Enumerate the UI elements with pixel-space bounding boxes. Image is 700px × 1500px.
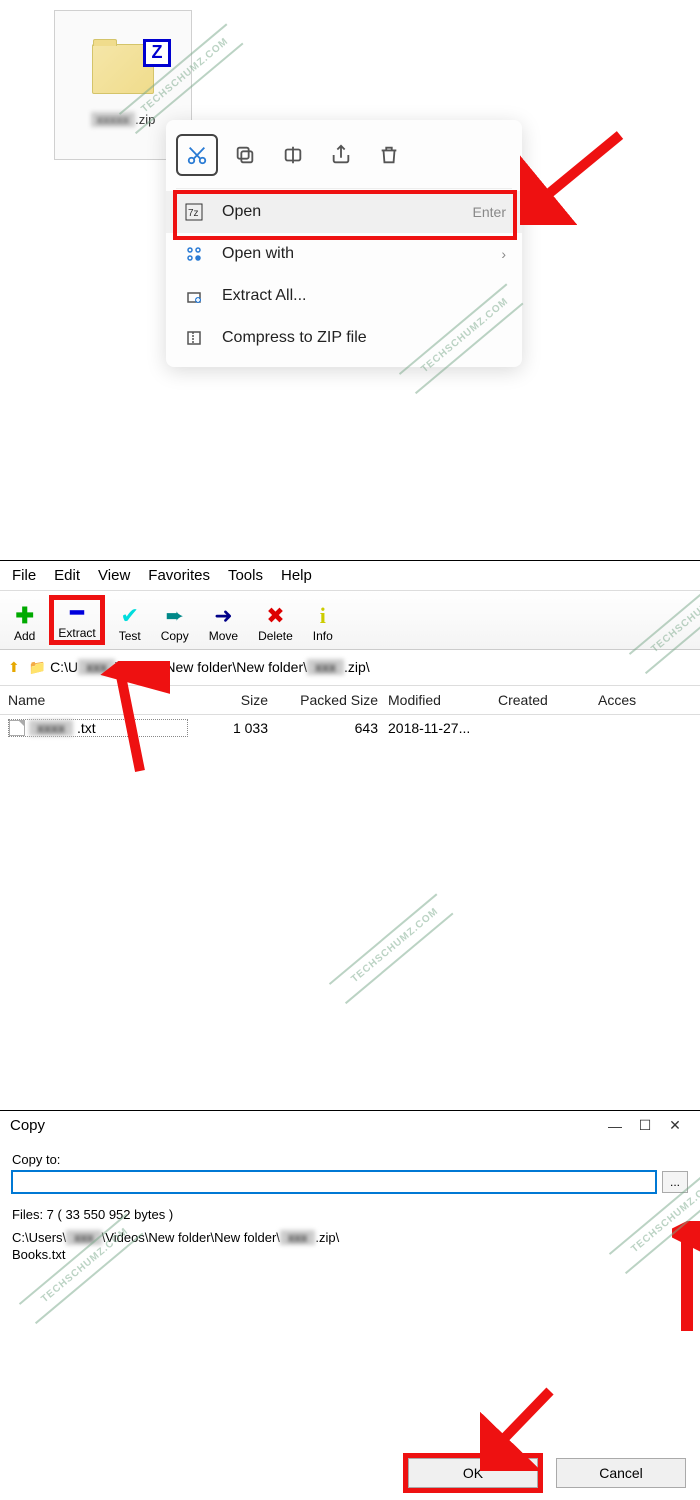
toolbar-delete[interactable]: ✖Delete [252, 601, 299, 645]
menubar: File Edit View Favorites Tools Help [0, 561, 700, 590]
menu-favorites[interactable]: Favorites [148, 567, 210, 584]
file-path-line: C:\Users\xxx\Videos\New folder\New folde… [12, 1230, 688, 1245]
copy-to-label: Copy to: [12, 1152, 688, 1167]
red-arrow-1 [520, 125, 640, 225]
maximize-icon[interactable]: ☐ [630, 1117, 660, 1134]
header-created[interactable]: Created [498, 692, 598, 708]
zip-filename: xxxxx.zip [91, 112, 156, 127]
delete-icon[interactable] [368, 134, 410, 176]
header-packed[interactable]: Packed Size [278, 692, 388, 708]
menu-extract-all[interactable]: Extract All... [166, 275, 522, 317]
chevron-right-icon: › [501, 246, 506, 262]
menu-edit[interactable]: Edit [54, 567, 80, 584]
dialog-title: Copy [10, 1117, 45, 1134]
menu-help[interactable]: Help [281, 567, 312, 584]
minimize-icon[interactable]: — [600, 1118, 630, 1134]
compress-icon [182, 329, 206, 347]
toolbar-info[interactable]: iInfo [307, 601, 339, 645]
context-toolbar [166, 128, 522, 186]
cut-icon[interactable] [176, 134, 218, 176]
toolbar-extract[interactable]: ━Extract [49, 595, 104, 645]
menu-open[interactable]: 7z Open Enter [166, 191, 522, 233]
dialog-titlebar: Copy — ☐ ✕ [0, 1111, 700, 1140]
file-size: 1 033 [188, 720, 278, 736]
file-packed: 643 [278, 720, 388, 736]
close-icon[interactable]: ✕ [660, 1117, 690, 1134]
red-arrow-2 [100, 661, 170, 781]
files-info: Files: 7 ( 33 550 952 bytes ) [12, 1207, 688, 1222]
red-arrow-3 [480, 1381, 570, 1471]
menu-open-shortcut: Enter [473, 204, 506, 220]
header-access[interactable]: Acces [598, 692, 692, 708]
menu-compress[interactable]: Compress to ZIP file [166, 317, 522, 359]
share-icon[interactable] [320, 134, 362, 176]
file-name-line: Books.txt [12, 1247, 688, 1262]
menu-open-with[interactable]: Open with › [166, 233, 522, 275]
cancel-button[interactable]: Cancel [556, 1458, 686, 1488]
toolbar-copy[interactable]: ➨Copy [155, 601, 195, 645]
open-with-icon [182, 245, 206, 263]
menu-extract-all-label: Extract All... [222, 287, 306, 305]
header-modified[interactable]: Modified [388, 692, 498, 708]
svg-text:7z: 7z [188, 208, 199, 219]
toolbar-move[interactable]: ➜Move [203, 601, 244, 645]
toolbar-test[interactable]: ✔Test [113, 601, 147, 645]
up-icon[interactable]: ⬆ [8, 659, 20, 676]
menu-compress-label: Compress to ZIP file [222, 329, 367, 347]
menu-tools[interactable]: Tools [228, 567, 263, 584]
context-menu: 7z Open Enter Open with › Extract All...… [166, 120, 522, 367]
copy-icon[interactable] [224, 134, 266, 176]
toolbar-add[interactable]: ✚Add [8, 601, 41, 645]
menu-open-label: Open [222, 203, 261, 221]
red-arrow-4 [672, 1221, 700, 1341]
toolbar: ✚Add ━Extract ✔Test ➨Copy ➜Move ✖Delete … [0, 590, 700, 650]
menu-file[interactable]: File [12, 567, 36, 584]
menu-open-with-label: Open with [222, 245, 294, 263]
file-modified: 2018-11-27... [388, 720, 498, 736]
copy-to-input[interactable] [12, 1171, 656, 1193]
browse-button[interactable]: ... [662, 1171, 688, 1193]
7z-icon: 7z [182, 203, 206, 221]
menu-view[interactable]: View [98, 567, 130, 584]
extract-icon [182, 287, 206, 305]
header-size[interactable]: Size [188, 692, 278, 708]
rename-icon[interactable] [272, 134, 314, 176]
folder-icon: Z [92, 44, 154, 94]
dialog-body: Copy to: ... Files: 7 ( 33 550 952 bytes… [0, 1140, 700, 1276]
z-badge-icon: Z [143, 39, 171, 67]
